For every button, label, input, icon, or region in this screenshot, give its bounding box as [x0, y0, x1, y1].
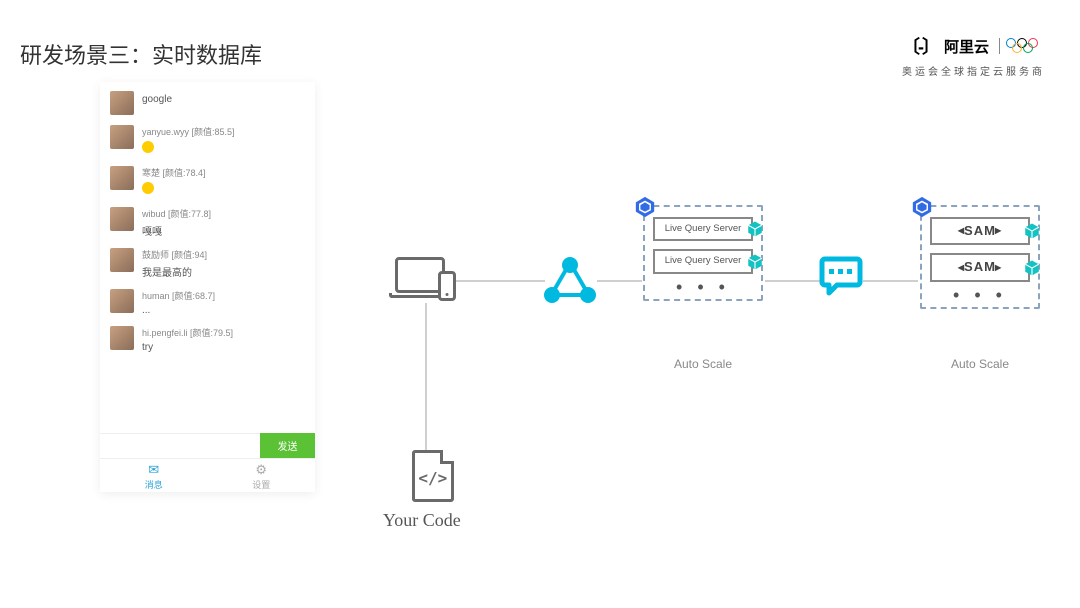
nav-settings[interactable]: ⚙设置 [208, 459, 316, 492]
auto-scale-group-live-query: Live Query Server Live Query Server • • … [643, 205, 763, 301]
mail-icon: ✉ [100, 462, 208, 478]
message-input[interactable] [100, 433, 260, 458]
ellipsis-icon: • • • [930, 290, 1030, 301]
your-code-block: </> Your Code [405, 450, 461, 531]
send-button[interactable]: 发送 [260, 433, 315, 458]
avatar [110, 91, 134, 115]
live-query-server-box: Live Query Server [653, 249, 753, 273]
list-item: yanyue.wyy [颜值:85.5] [100, 120, 315, 161]
kubernetes-icon [634, 196, 656, 218]
brand-logo: 〔-〕 阿里云 奥运会全球指定云服务商 [902, 33, 1045, 78]
kubernetes-icon [911, 196, 933, 218]
network-hub-icon [540, 257, 600, 307]
list-item: wibud [颜值:77.8]嘎嘎 [100, 202, 315, 243]
avatar [110, 326, 134, 350]
nav-messages[interactable]: ✉消息 [100, 459, 208, 492]
phone-mockup: google yanyue.wyy [颜值:85.5] 寒楚 [颜值:78.4]… [100, 82, 315, 492]
auto-scale-group-sam: SAM SAM • • • [920, 205, 1040, 309]
live-query-server-box: Live Query Server [653, 217, 753, 241]
auto-scale-label: Auto Scale [920, 357, 1040, 371]
avatar [110, 248, 134, 272]
cube-icon [746, 253, 764, 271]
olympic-rings-icon [999, 38, 1040, 54]
architecture-diagram: Live Query Server Live Query Server • • … [385, 175, 1080, 505]
list-item: human [颜值:68.7]... [100, 284, 315, 321]
brand-tagline: 奥运会全球指定云服务商 [902, 63, 1045, 78]
sam-service-box: SAM [930, 217, 1030, 245]
ellipsis-icon: • • • [653, 282, 753, 293]
list-item: hi.pengfei.li [颜值:79.5]try [100, 321, 315, 358]
alibaba-bracket-icon: 〔-〕 [902, 33, 938, 59]
list-item: google [100, 86, 315, 120]
avatar [110, 166, 134, 190]
avatar [110, 125, 134, 149]
cube-icon [1023, 259, 1041, 277]
message-service-icon [815, 255, 865, 297]
avatar [110, 207, 134, 231]
cube-icon [1023, 222, 1041, 240]
avatar [110, 289, 134, 313]
gear-icon: ⚙ [208, 462, 316, 478]
chat-list: google yanyue.wyy [颜值:85.5] 寒楚 [颜值:78.4]… [100, 82, 315, 433]
sam-service-box: SAM [930, 253, 1030, 281]
alibaba-cloud-text: 阿里云 [944, 36, 989, 57]
auto-scale-label: Auto Scale [643, 357, 763, 371]
cube-icon [746, 220, 764, 238]
list-item: 鼓励师 [颜值:94]我是最高的 [100, 243, 315, 284]
slide-title: 研发场景三：实时数据库 [20, 38, 262, 70]
code-file-icon: </> [412, 450, 454, 502]
your-code-label: Your Code [383, 510, 461, 531]
list-item: 寒楚 [颜值:78.4] [100, 161, 315, 202]
